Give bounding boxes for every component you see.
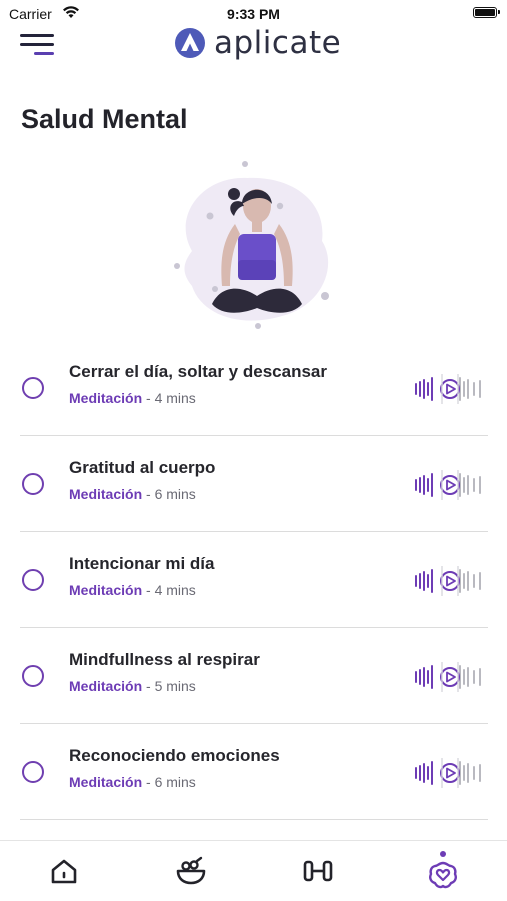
list-item[interactable]: Mindfullness al respirar Meditación - 5 … xyxy=(0,628,507,724)
meditation-illustration xyxy=(174,161,329,329)
session-meta: Meditación - 6 mins xyxy=(69,486,196,502)
tab-fitness[interactable] xyxy=(293,849,343,893)
page-title: Salud Mental xyxy=(21,104,188,134)
session-duration: - 4 mins xyxy=(142,390,196,406)
list-item[interactable]: Reconociendo emociones Meditación - 6 mi… xyxy=(0,724,507,820)
tab-nutrition[interactable] xyxy=(166,849,216,893)
session-list: Cerrar el día, soltar y descansar Medita… xyxy=(0,340,507,820)
app-logo: aplicate xyxy=(174,23,341,63)
session-type: Meditación xyxy=(69,678,143,694)
session-meta: Meditación - 6 mins xyxy=(69,774,196,790)
session-duration: - 4 mins xyxy=(142,582,196,598)
session-title: Gratitud al cuerpo xyxy=(69,458,216,477)
session-title: Cerrar el día, soltar y descansar xyxy=(69,362,327,381)
home-icon xyxy=(51,859,77,884)
battery-icon xyxy=(473,7,500,18)
session-title: Intencionar mi día xyxy=(69,554,215,573)
divider xyxy=(20,819,488,820)
hamburger-menu-icon[interactable] xyxy=(20,30,56,60)
session-meta: Meditación - 5 mins xyxy=(69,678,196,694)
session-type: Meditación xyxy=(69,774,143,790)
session-meta: Meditación - 4 mins xyxy=(69,582,196,598)
audio-play-icon[interactable] xyxy=(412,660,488,694)
completion-checkbox[interactable] xyxy=(22,569,44,591)
completion-checkbox[interactable] xyxy=(22,665,44,687)
list-item[interactable]: Cerrar el día, soltar y descansar Medita… xyxy=(0,340,507,436)
active-tab-indicator xyxy=(440,851,446,857)
session-title: Reconociendo emociones xyxy=(69,746,280,765)
tab-mental-health[interactable] xyxy=(418,849,468,893)
session-type: Meditación xyxy=(69,486,143,502)
bottom-tab-bar xyxy=(0,840,507,901)
session-duration: - 6 mins xyxy=(142,486,196,502)
list-item[interactable]: Gratitud al cuerpo Meditación - 6 mins xyxy=(0,436,507,532)
food-bowl-icon xyxy=(176,856,206,885)
session-type: Meditación xyxy=(69,390,143,406)
list-item[interactable]: Intencionar mi día Meditación - 4 mins xyxy=(0,532,507,628)
dumbbell-icon xyxy=(303,860,333,882)
session-meta: Meditación - 4 mins xyxy=(69,390,196,406)
session-duration: - 6 mins xyxy=(142,774,196,790)
session-duration: - 5 mins xyxy=(142,678,196,694)
session-title: Mindfullness al respirar xyxy=(69,650,260,669)
logo-mark-icon xyxy=(175,28,205,58)
audio-play-icon[interactable] xyxy=(412,756,488,790)
app-header: aplicate xyxy=(0,20,507,70)
session-type: Meditación xyxy=(69,582,143,598)
audio-play-icon[interactable] xyxy=(412,564,488,598)
completion-checkbox[interactable] xyxy=(22,473,44,495)
mental-health-heart-icon xyxy=(429,861,457,889)
logo-text: aplicate xyxy=(214,25,342,61)
completion-checkbox[interactable] xyxy=(22,761,44,783)
completion-checkbox[interactable] xyxy=(22,377,44,399)
audio-play-icon[interactable] xyxy=(412,372,488,406)
tab-home[interactable] xyxy=(39,849,89,893)
audio-play-icon[interactable] xyxy=(412,468,488,502)
